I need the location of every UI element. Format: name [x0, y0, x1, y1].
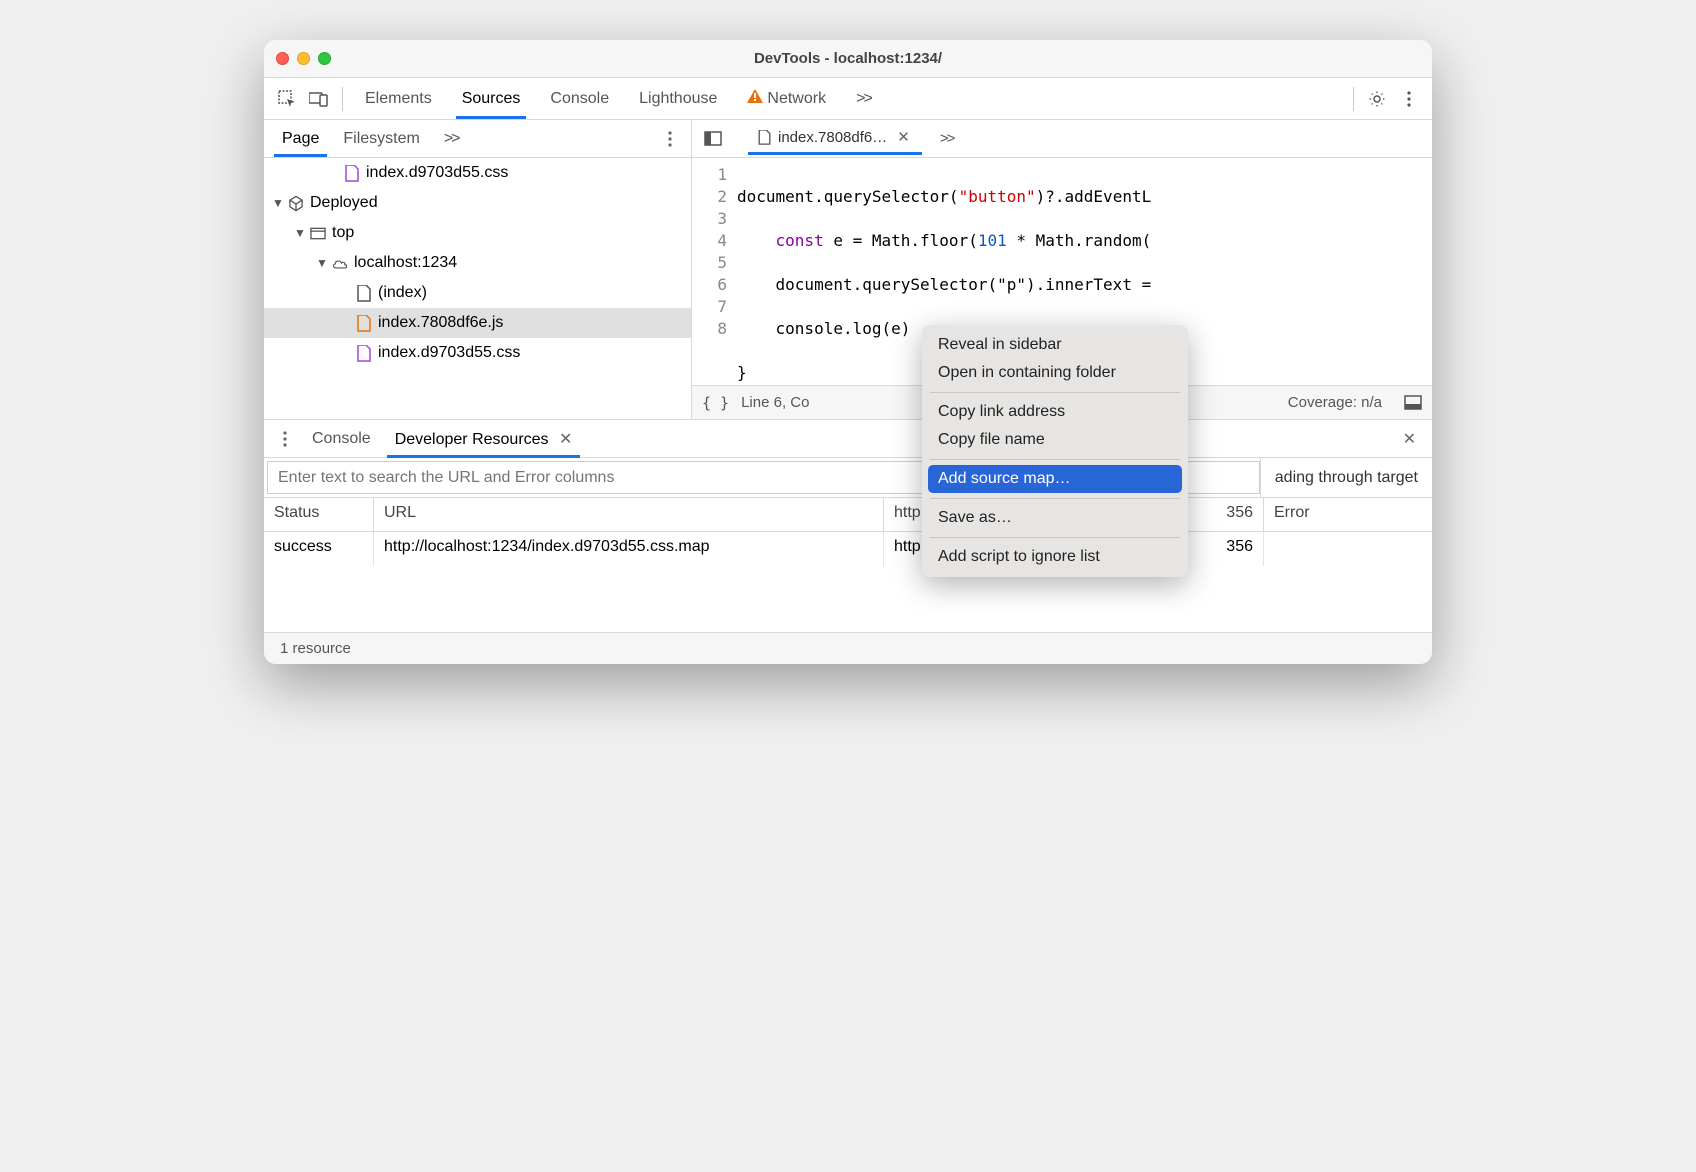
tree-top[interactable]: top: [264, 218, 691, 248]
tabs-overflow-button[interactable]: >>: [842, 80, 885, 118]
table-body: success http://localhost:1234/index.d970…: [264, 532, 1432, 632]
search-row: ading through target: [264, 458, 1432, 498]
menu-copy-link[interactable]: Copy link address: [922, 398, 1188, 426]
show-details-icon[interactable]: [1404, 395, 1422, 410]
drawer-tab-console[interactable]: Console: [300, 422, 383, 456]
col-url[interactable]: URL: [374, 498, 884, 531]
warning-icon: [747, 89, 763, 103]
navigator-tabs-overflow[interactable]: >>: [432, 122, 471, 156]
toolbar-divider: [1353, 87, 1354, 111]
close-tab-icon[interactable]: ✕: [893, 128, 914, 146]
tree-file-css[interactable]: index.d9703d55.css: [264, 158, 691, 188]
tree-label: Deployed: [310, 194, 378, 212]
table-header: Status URL http://lo… 356 Error: [264, 498, 1432, 532]
coverage-status: Coverage: n/a: [1288, 394, 1382, 411]
pretty-print-icon[interactable]: { }: [702, 394, 729, 412]
sources-panel: Page Filesystem >> index.d9703d55.css De…: [264, 120, 1432, 420]
col-status[interactable]: Status: [264, 498, 374, 531]
css-file-icon: [356, 344, 372, 362]
tab-network[interactable]: Network: [733, 79, 840, 118]
line-gutter: 12 34 56 78: [692, 158, 737, 385]
menu-separator: [930, 498, 1180, 499]
file-label: index.d9703d55.css: [378, 344, 520, 362]
drawer: Console Developer Resources ✕ ✕ ading th…: [264, 420, 1432, 664]
menu-separator: [930, 459, 1180, 460]
main-toolbar: Elements Sources Console Lighthouse Netw…: [264, 78, 1432, 120]
css-file-icon: [344, 164, 360, 182]
drawer-tabs: Console Developer Resources ✕ ✕: [264, 420, 1432, 458]
window-title: DevTools - localhost:1234/: [264, 50, 1432, 67]
deployed-icon: [288, 194, 304, 212]
tree-host[interactable]: localhost:1234: [264, 248, 691, 278]
traffic-lights: [276, 52, 331, 65]
menu-add-source-map[interactable]: Add source map…: [928, 465, 1182, 493]
editor-tab-label: index.7808df6…: [778, 129, 887, 146]
expand-icon: [316, 256, 326, 270]
tree-label: top: [332, 224, 354, 242]
close-drawer-tab-icon[interactable]: ✕: [559, 431, 572, 448]
file-label: index.d9703d55.css: [366, 164, 508, 182]
editor-tabs: index.7808df6… ✕ >>: [692, 120, 1432, 158]
toolbar-divider: [342, 87, 343, 111]
menu-separator: [930, 537, 1180, 538]
menu-reveal-sidebar[interactable]: Reveal in sidebar: [922, 331, 1188, 359]
col-error[interactable]: Error: [1264, 498, 1432, 531]
navigator-pane: Page Filesystem >> index.d9703d55.css De…: [264, 120, 692, 419]
navigator-tabs: Page Filesystem >>: [264, 120, 691, 158]
frame-icon: [310, 224, 326, 242]
drawer-tab-devres[interactable]: Developer Resources ✕: [383, 421, 585, 457]
table-row[interactable]: success http://localhost:1234/index.d970…: [264, 532, 1432, 566]
tab-lighthouse[interactable]: Lighthouse: [625, 80, 731, 118]
file-label: (index): [378, 284, 427, 302]
cloud-icon: [332, 254, 348, 272]
document-icon: [356, 284, 372, 302]
editor-tabs-overflow[interactable]: >>: [928, 122, 966, 155]
tree-label: localhost:1234: [354, 254, 457, 272]
menu-copy-filename[interactable]: Copy file name: [922, 426, 1188, 454]
menu-save-as[interactable]: Save as…: [922, 504, 1188, 532]
close-drawer-icon[interactable]: ✕: [1393, 429, 1426, 449]
inspect-element-icon[interactable]: [272, 84, 302, 114]
tree-file-js[interactable]: index.7808df6e.js: [264, 308, 691, 338]
load-through-target-label: ading through target: [1260, 458, 1432, 497]
close-window-button[interactable]: [276, 52, 289, 65]
file-label: index.7808df6e.js: [378, 314, 503, 332]
expand-icon: [272, 196, 282, 210]
toggle-navigator-icon[interactable]: [698, 124, 728, 154]
settings-icon[interactable]: [1362, 84, 1392, 114]
menu-ignore-script[interactable]: Add script to ignore list: [922, 543, 1188, 571]
cursor-position: Line 6, Co: [741, 394, 809, 411]
menu-open-folder[interactable]: Open in containing folder: [922, 359, 1188, 387]
titlebar: DevTools - localhost:1234/: [264, 40, 1432, 78]
drawer-footer: 1 resource: [264, 632, 1432, 664]
minimize-window-button[interactable]: [297, 52, 310, 65]
editor-tab[interactable]: index.7808df6… ✕: [748, 122, 922, 155]
device-toggle-icon[interactable]: [304, 84, 334, 114]
tab-console[interactable]: Console: [536, 80, 623, 118]
context-menu: Reveal in sidebar Open in containing fol…: [922, 325, 1188, 577]
file-tree: index.d9703d55.css Deployed top localhos…: [264, 158, 691, 419]
tree-file-css-2[interactable]: index.d9703d55.css: [264, 338, 691, 368]
menu-separator: [930, 392, 1180, 393]
tab-sources[interactable]: Sources: [448, 80, 535, 118]
tree-deployed[interactable]: Deployed: [264, 188, 691, 218]
expand-icon: [294, 226, 304, 240]
cell-status: success: [264, 532, 374, 566]
cell-url: http://localhost:1234/index.d9703d55.css…: [374, 532, 884, 566]
navigator-tab-page[interactable]: Page: [270, 122, 331, 156]
tab-network-label: Network: [767, 90, 826, 107]
cell-error: [1264, 532, 1432, 566]
js-file-icon: [356, 314, 372, 332]
navigator-more-icon[interactable]: [655, 131, 685, 147]
maximize-window-button[interactable]: [318, 52, 331, 65]
tree-file-index[interactable]: (index): [264, 278, 691, 308]
drawer-tab-label: Developer Resources: [395, 431, 549, 448]
devtools-window: DevTools - localhost:1234/ Elements Sour…: [264, 40, 1432, 664]
navigator-tab-filesystem[interactable]: Filesystem: [331, 122, 431, 156]
drawer-more-icon[interactable]: [270, 431, 300, 447]
more-options-icon[interactable]: [1394, 91, 1424, 107]
tab-elements[interactable]: Elements: [351, 80, 446, 118]
js-file-icon: [756, 128, 772, 146]
